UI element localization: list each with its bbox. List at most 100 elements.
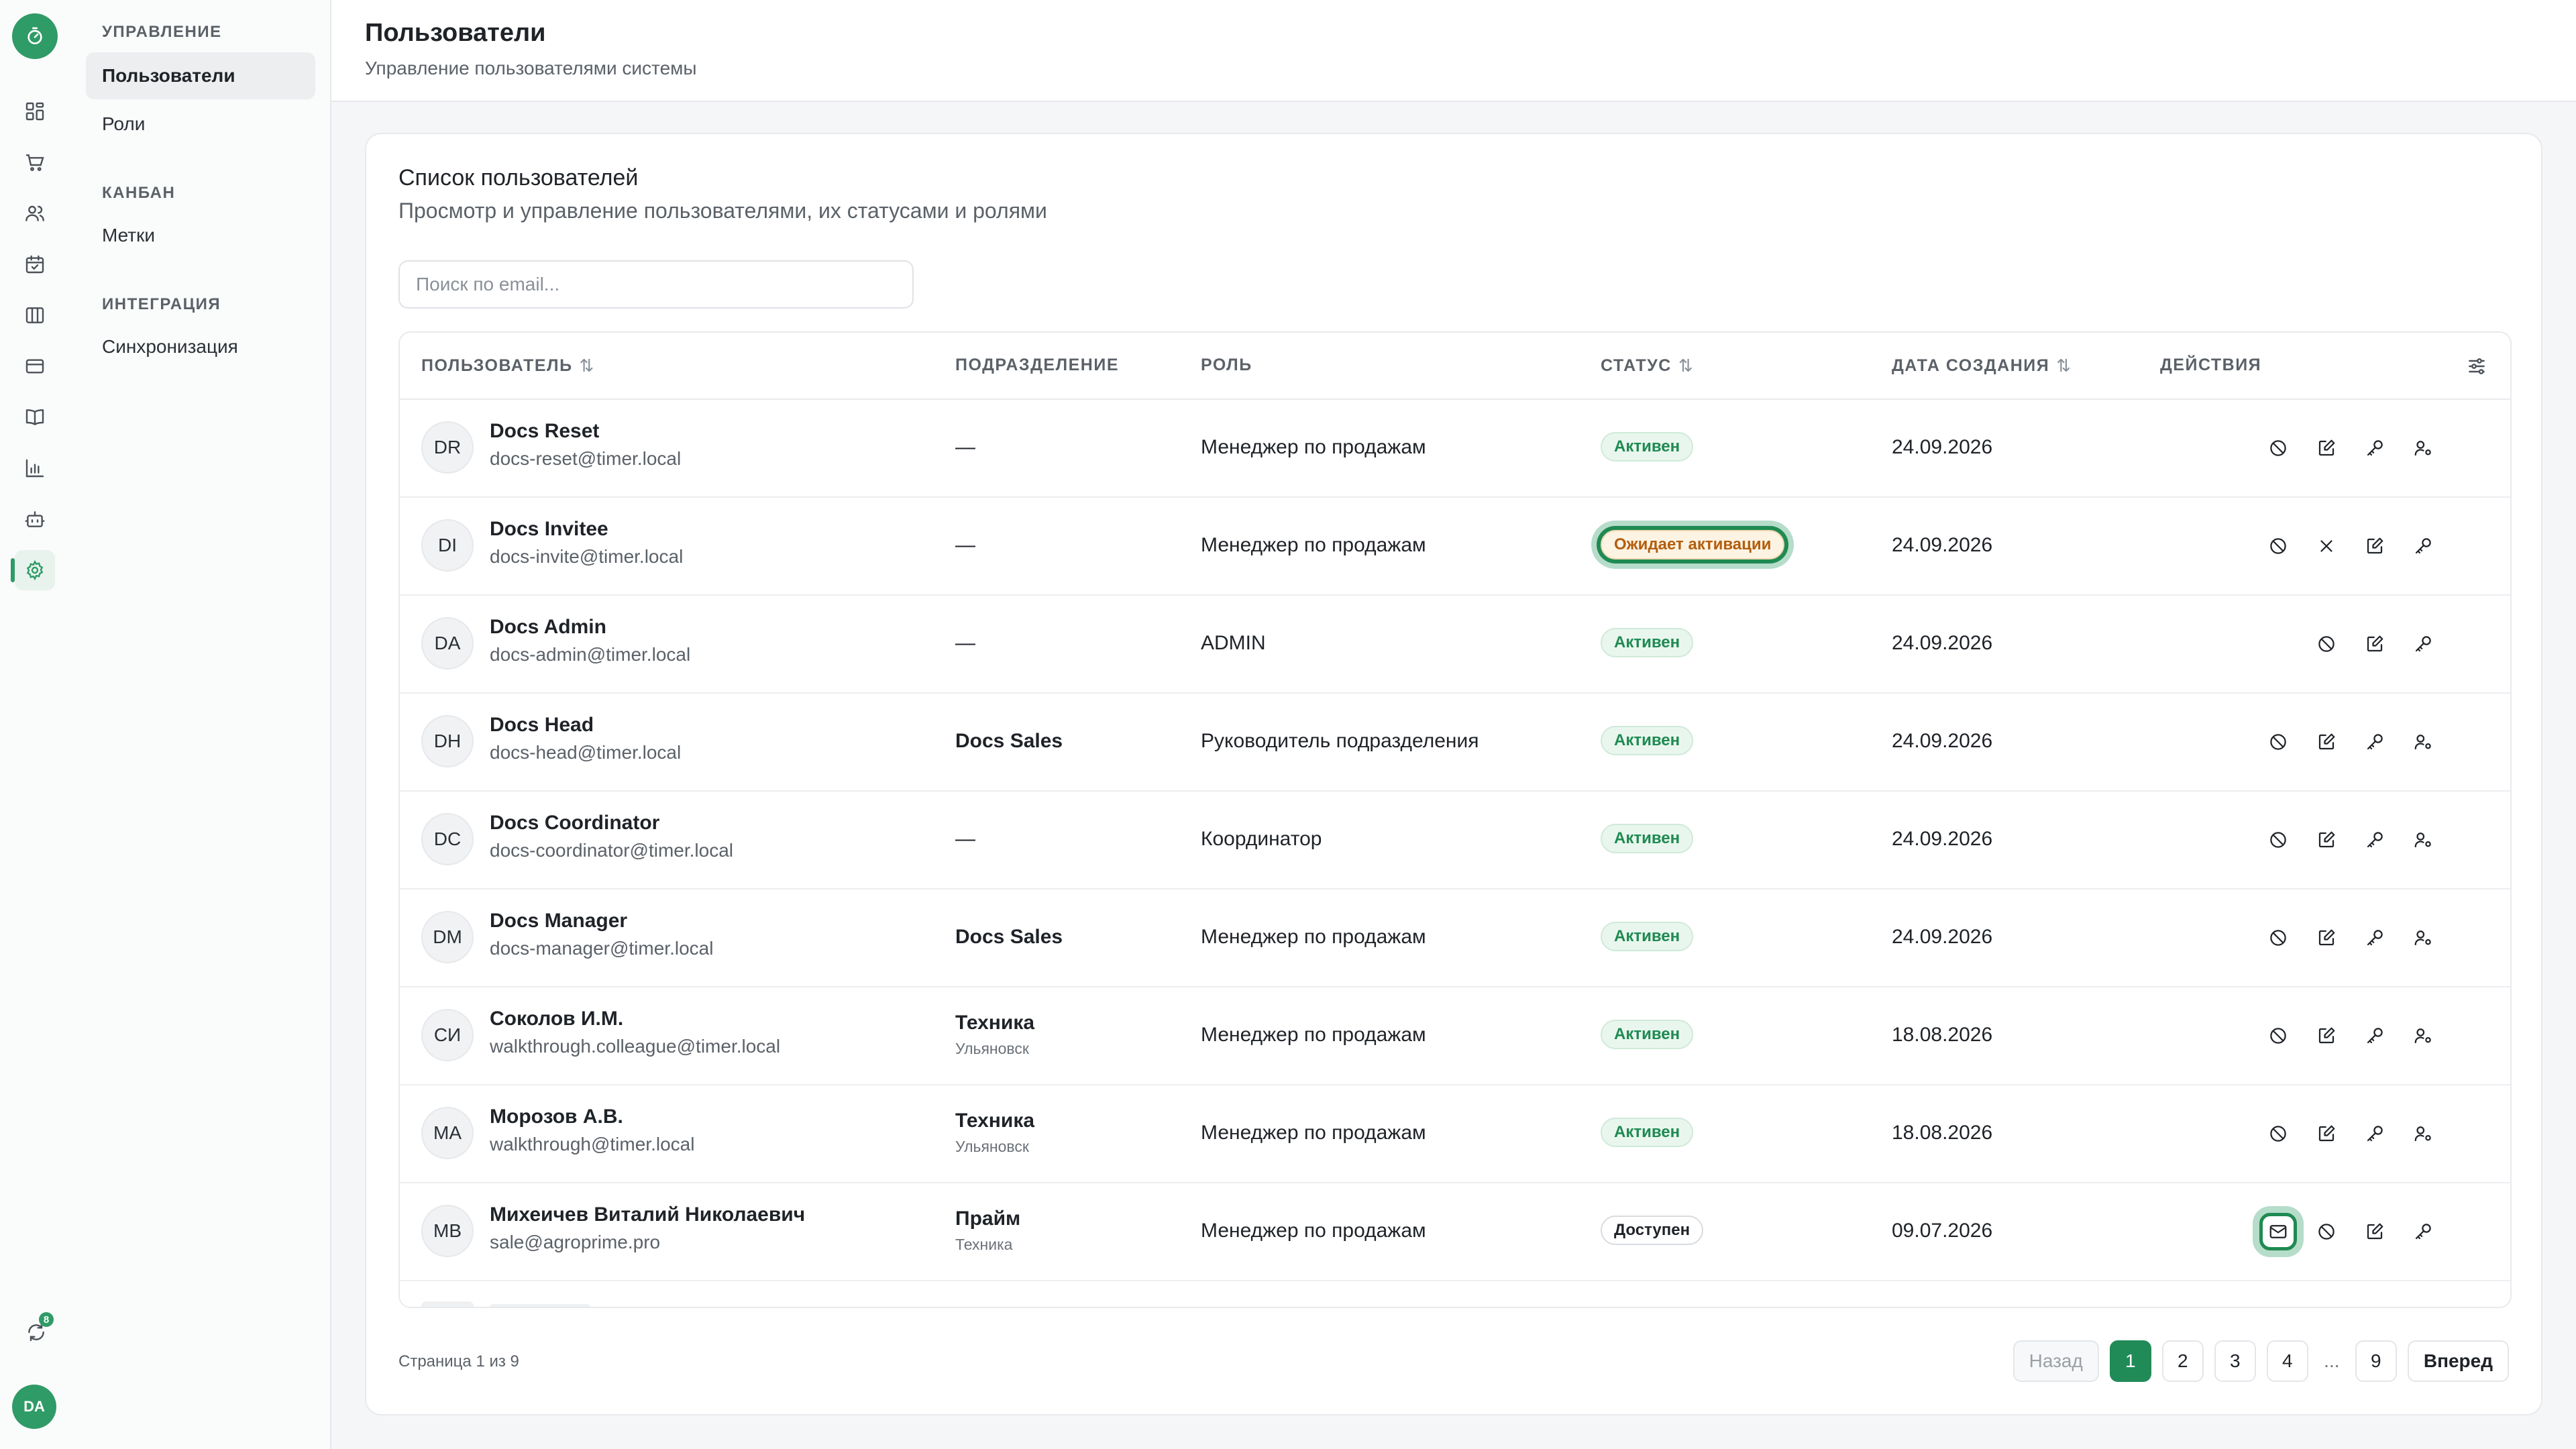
- col-actions: ДЕЙСТВИЯ: [2160, 356, 2262, 374]
- user-email: walkthrough@timer.local: [490, 1134, 695, 1155]
- avatar: DC: [421, 813, 474, 865]
- user-settings-icon[interactable]: [2404, 1017, 2442, 1055]
- role: Менеджер по продажам: [1201, 926, 1426, 948]
- user-settings-icon[interactable]: [2404, 919, 2442, 957]
- edit-icon[interactable]: [2308, 429, 2345, 467]
- sidebar-item-users[interactable]: Пользователи: [86, 52, 315, 99]
- page-info: Страница 1 из 9: [398, 1352, 519, 1371]
- sidebar-item-tags[interactable]: Метки: [86, 212, 315, 259]
- settings-sidebar: УПРАВЛЕНИЕ Пользователи Роли КАНБАН Метк…: [70, 0, 331, 1449]
- edit-icon[interactable]: [2308, 821, 2345, 859]
- block-icon[interactable]: [2259, 821, 2297, 859]
- col-created[interactable]: ДАТА СОЗДАНИЯ ⇅: [1892, 356, 2071, 376]
- user-email: sale@agroprime.pro: [490, 1232, 661, 1252]
- key-icon[interactable]: [2356, 1017, 2394, 1055]
- next-page-button[interactable]: Вперед: [2407, 1340, 2509, 1382]
- created-date: 24.09.2026: [1892, 730, 1993, 752]
- bot-icon[interactable]: [15, 499, 55, 539]
- edit-icon[interactable]: [2308, 723, 2345, 761]
- page-button-1[interactable]: 1: [2109, 1340, 2151, 1382]
- calendar-icon[interactable]: [15, 244, 55, 284]
- key-icon[interactable]: [2356, 723, 2394, 761]
- page-button-2[interactable]: 2: [2161, 1340, 2204, 1382]
- edit-icon[interactable]: [2356, 527, 2394, 565]
- mail-icon[interactable]: [2259, 1213, 2297, 1250]
- user-settings-icon[interactable]: [2404, 429, 2442, 467]
- avatar: DI: [421, 519, 474, 572]
- department: Техника: [955, 1110, 1035, 1132]
- col-user[interactable]: ПОЛЬЗОВАТЕЛЬ ⇅: [421, 356, 594, 376]
- department: —: [955, 632, 975, 654]
- sidebar-group-management: УПРАВЛЕНИЕ: [102, 23, 222, 41]
- created-date: 24.09.2026: [1892, 926, 1993, 948]
- avatar: МА: [421, 1107, 474, 1159]
- key-icon[interactable]: [2356, 1115, 2394, 1152]
- role: ADMIN: [1201, 632, 1266, 654]
- page-button-3[interactable]: 3: [2214, 1340, 2256, 1382]
- edit-icon[interactable]: [2308, 1017, 2345, 1055]
- cart-icon[interactable]: [15, 142, 55, 182]
- status-badge: Активен: [1601, 432, 1694, 462]
- row-actions: [2211, 1213, 2453, 1250]
- block-icon[interactable]: [2259, 723, 2297, 761]
- page-button-9[interactable]: 9: [2355, 1340, 2397, 1382]
- key-icon[interactable]: [2404, 527, 2442, 565]
- chart-icon[interactable]: [15, 448, 55, 488]
- block-icon[interactable]: [2259, 1017, 2297, 1055]
- sort-icon[interactable]: ⇅: [1678, 356, 1693, 376]
- logo-timer-icon[interactable]: [12, 13, 58, 59]
- block-icon[interactable]: [2308, 1213, 2345, 1250]
- edit-icon[interactable]: [2356, 1213, 2394, 1250]
- col-status[interactable]: СТАТУС ⇅: [1601, 356, 1693, 376]
- close-icon[interactable]: [2308, 527, 2345, 565]
- key-icon[interactable]: [2356, 821, 2394, 859]
- edit-icon[interactable]: [2308, 919, 2345, 957]
- book-icon[interactable]: [15, 397, 55, 437]
- key-icon[interactable]: [2404, 625, 2442, 663]
- page-title: Пользователи: [365, 19, 546, 47]
- columns-icon[interactable]: [15, 295, 55, 335]
- block-icon[interactable]: [2259, 527, 2297, 565]
- sidebar-item-sync[interactable]: Синхронизация: [86, 323, 315, 370]
- department: Docs Sales: [955, 926, 1063, 948]
- user-avatar[interactable]: DA: [12, 1385, 56, 1429]
- block-icon[interactable]: [2259, 429, 2297, 467]
- block-icon[interactable]: [2308, 625, 2345, 663]
- sort-icon[interactable]: ⇅: [580, 356, 594, 376]
- created-date: 09.07.2026: [1892, 1220, 1993, 1242]
- department-sub: Ульяновск: [955, 1040, 1029, 1057]
- key-icon[interactable]: [2356, 919, 2394, 957]
- card-subtitle: Просмотр и управление пользователями, их…: [398, 199, 1047, 223]
- created-date: 24.09.2026: [1892, 828, 1993, 850]
- key-icon[interactable]: [2404, 1213, 2442, 1250]
- edit-icon[interactable]: [2308, 1115, 2345, 1152]
- email-search-input[interactable]: [398, 260, 914, 309]
- page-button-4[interactable]: 4: [2266, 1340, 2308, 1382]
- card-icon[interactable]: [15, 346, 55, 386]
- sidebar-item-roles[interactable]: Роли: [86, 101, 315, 148]
- users-icon[interactable]: [15, 193, 55, 233]
- dashboard-icon[interactable]: [15, 91, 55, 131]
- row-actions: [2211, 919, 2453, 957]
- gear-icon[interactable]: [11, 550, 55, 590]
- block-icon[interactable]: [2259, 1115, 2297, 1152]
- key-icon[interactable]: [2356, 429, 2394, 467]
- user-settings-icon[interactable]: [2404, 723, 2442, 761]
- department: Прайм: [955, 1208, 1021, 1230]
- avatar: МВ: [421, 1205, 474, 1257]
- block-icon[interactable]: [2259, 919, 2297, 957]
- sync-icon[interactable]: 8: [17, 1312, 55, 1351]
- sort-icon[interactable]: ⇅: [2056, 356, 2071, 376]
- user-email: docs-reset@timer.local: [490, 448, 682, 469]
- prev-page-button[interactable]: Назад: [2012, 1340, 2099, 1382]
- department: —: [955, 828, 975, 850]
- page-subtitle: Управление пользователями системы: [365, 58, 697, 78]
- user-settings-icon[interactable]: [2404, 1115, 2442, 1152]
- edit-icon[interactable]: [2356, 625, 2394, 663]
- avatar: СИ: [421, 1009, 474, 1061]
- column-settings-icon[interactable]: [2463, 353, 2490, 380]
- user-settings-icon[interactable]: [2404, 821, 2442, 859]
- pagination: Назад 1 2 3 4 ... 9 Вперед: [2002, 1340, 2509, 1382]
- table-row: DA Docs Admin docs-admin@timer.local — ADMIN…: [400, 594, 2510, 694]
- role: Менеджер по продажам: [1201, 534, 1426, 556]
